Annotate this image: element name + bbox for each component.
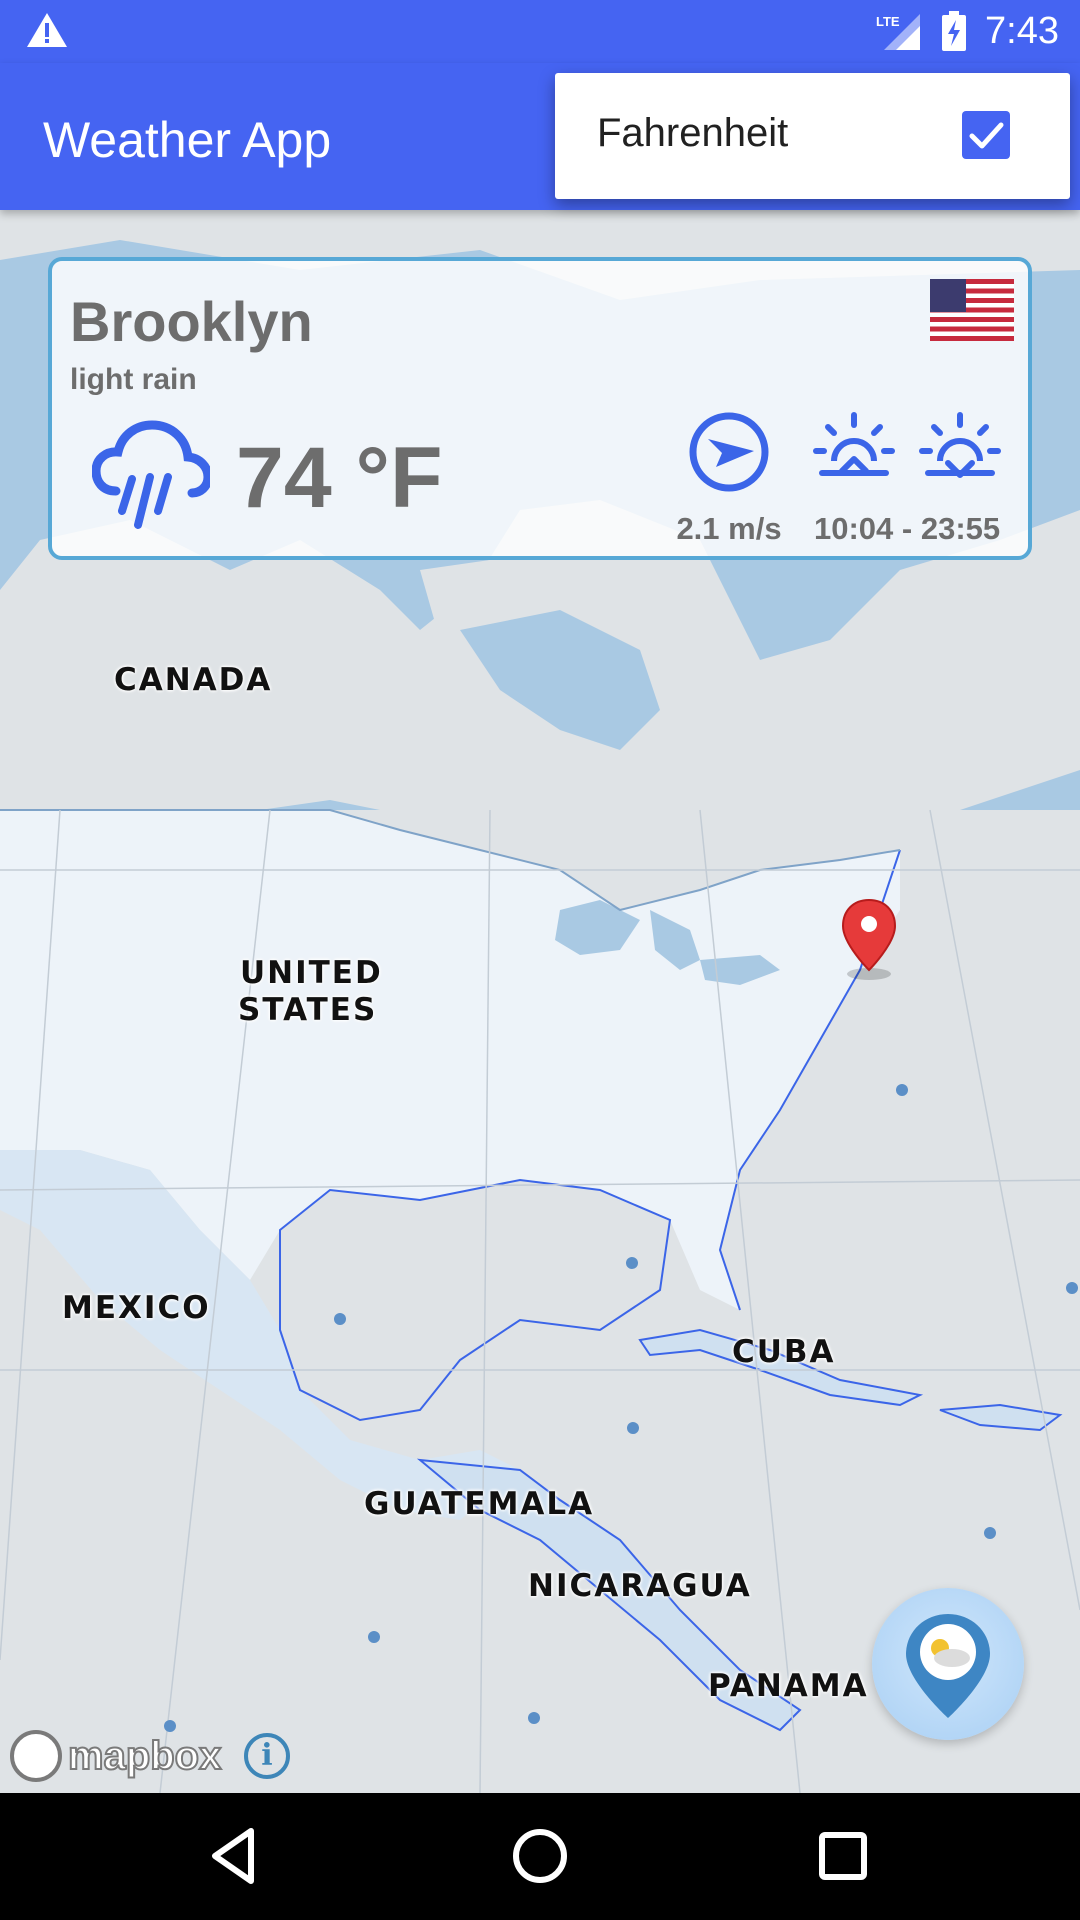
map-label-canada: CANADA xyxy=(114,662,273,698)
status-bar: LTE 7:43 xyxy=(0,0,1080,63)
location-marker-icon[interactable] xyxy=(838,898,900,980)
fahrenheit-checkbox[interactable] xyxy=(962,111,1010,159)
signal-icon: LTE xyxy=(876,14,920,50)
attribution-info-icon[interactable]: i xyxy=(244,1733,290,1779)
us-flag-icon xyxy=(930,279,1014,341)
map-label-united-states-line1: UNITED xyxy=(240,955,383,991)
city-name: Brooklyn xyxy=(70,290,313,353)
recents-icon[interactable] xyxy=(810,1823,876,1889)
checkmark-icon xyxy=(969,122,1004,149)
map-label-united-states-line2: STATES xyxy=(238,992,378,1028)
temperature: 74 °F xyxy=(236,430,443,526)
app-title: Weather App xyxy=(43,112,332,168)
menu-item-label: Fahrenheit xyxy=(597,111,789,155)
map-label-guatemala: GUATEMALA xyxy=(364,1486,595,1522)
weather-condition: light rain xyxy=(70,363,197,396)
sunrise-icon xyxy=(813,412,895,476)
map-label-mexico: MEXICO xyxy=(62,1290,211,1326)
navigation-bar xyxy=(0,1793,1080,1920)
sunset-icon xyxy=(919,412,1001,478)
wind-direction-icon xyxy=(689,412,769,492)
back-icon[interactable] xyxy=(203,1823,269,1889)
options-menu: Fahrenheit xyxy=(555,73,1070,199)
alert-icon xyxy=(27,13,67,47)
wind-speed: 2.1 m/s xyxy=(676,511,782,546)
rain-cloud-icon xyxy=(92,420,210,529)
menu-item-fahrenheit[interactable]: Fahrenheit xyxy=(555,73,1070,199)
mapbox-wordmark: mapbox xyxy=(67,1733,222,1779)
weather-card[interactable]: Brooklyn light rain 74 °F 2.1 m/s 10:04 … xyxy=(48,257,1032,560)
network-label: LTE xyxy=(876,14,900,29)
weather-location-fab[interactable] xyxy=(872,1588,1024,1740)
mapbox-logo[interactable]: mapbox xyxy=(10,1728,222,1784)
map-label-cuba: CUBA xyxy=(732,1334,836,1370)
weather-pin-icon xyxy=(906,1614,990,1718)
map-label-nicaragua: NICARAGUA xyxy=(528,1568,752,1604)
status-time: 7:43 xyxy=(985,10,1059,52)
mapbox-logo-icon xyxy=(10,1730,62,1782)
home-icon[interactable] xyxy=(507,1823,573,1889)
battery-charging-icon xyxy=(942,11,966,51)
sunrise-sunset-times: 10:04 - 23:55 xyxy=(814,511,1001,546)
map-label-panama: PANAMA xyxy=(708,1668,869,1704)
